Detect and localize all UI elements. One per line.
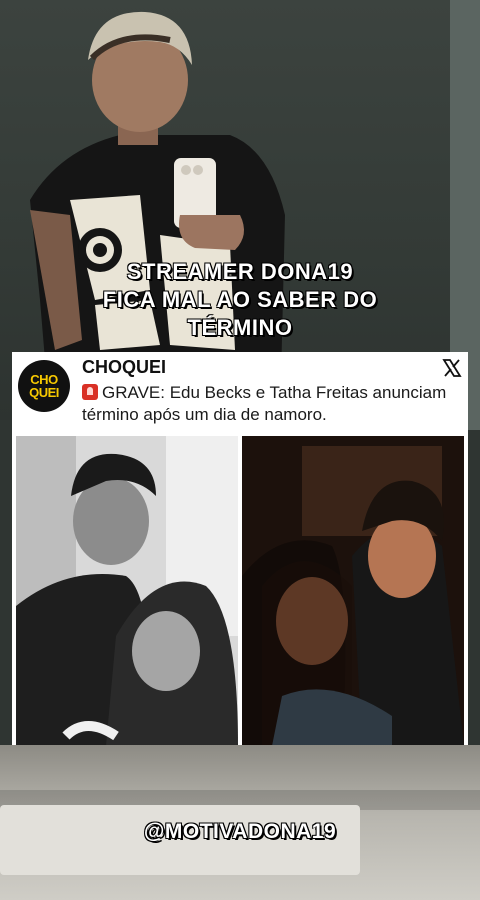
watermark-handle: @MOTIVADONA19 bbox=[143, 820, 337, 843]
tweet-body: GRAVE: Edu Becks e Tatha Freitas anuncia… bbox=[82, 383, 447, 424]
x-logo-icon bbox=[442, 359, 462, 377]
couple-photo-black-and-white bbox=[16, 436, 238, 746]
headline-line-2: FICA MAL AO SABER DO bbox=[102, 287, 378, 312]
logo-text-bottom: QUEI bbox=[29, 385, 59, 400]
headline-line-3: TÉRMINO bbox=[187, 315, 293, 340]
tweet-text: GRAVE: Edu Becks e Tatha Freitas anuncia… bbox=[82, 382, 462, 426]
video-frame: STREAMER DONA19 FICA MAL AO SABER DO TÉR… bbox=[0, 0, 480, 900]
headline-line-1: STREAMER DONA19 bbox=[126, 259, 354, 284]
account-name: CHOQUEI bbox=[82, 357, 167, 377]
police-siren-icon bbox=[82, 384, 98, 400]
choquei-logo: CHO QUEI bbox=[18, 360, 70, 412]
tweet-card: CHO QUEI CHOQUEI GRAVE: Edu Becks e Tath… bbox=[12, 352, 468, 748]
video-headline: STREAMER DONA19 FICA MAL AO SABER DO TÉR… bbox=[60, 258, 420, 342]
couple-photo-night bbox=[242, 436, 464, 746]
